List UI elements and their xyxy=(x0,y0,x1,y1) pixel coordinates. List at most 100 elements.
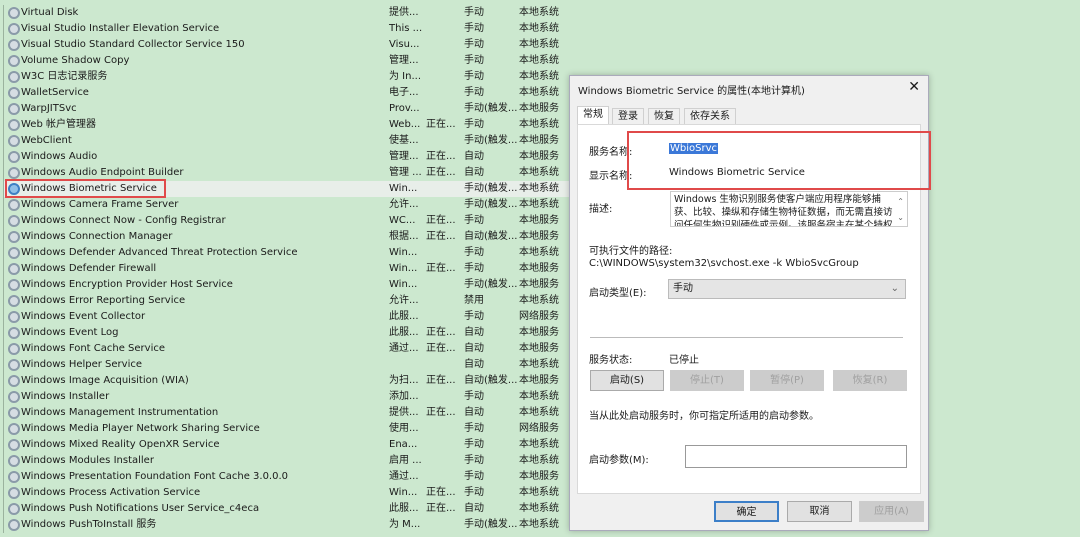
pause-button[interactable]: 暂停(P) xyxy=(750,370,824,391)
service-name: Windows Process Activation Service xyxy=(21,487,201,498)
service-row[interactable]: Windows Error Reporting Service 允许... 禁用… xyxy=(4,293,583,309)
service-startup-type: 手动 xyxy=(464,391,484,402)
service-logon-as: 本地服务 xyxy=(519,135,559,146)
service-row[interactable]: Windows Connect Now - Config Registrar W… xyxy=(4,213,583,229)
service-status: 正在... xyxy=(426,151,456,162)
service-startup-type: 手动(触发... xyxy=(464,103,518,114)
stop-button[interactable]: 停止(T) xyxy=(670,370,744,391)
cancel-button[interactable]: 取消 xyxy=(787,501,852,522)
service-row[interactable]: Windows Event Log 此服... 正在... 自动 本地服务 xyxy=(4,325,583,341)
service-name: Windows Mixed Reality OpenXR Service xyxy=(21,439,220,450)
service-row[interactable]: Windows Presentation Foundation Font Cac… xyxy=(4,469,583,485)
display-name-label: 显示名称: xyxy=(589,171,633,182)
description-text: Windows 生物识别服务使客户端应用程序能够捕获、比较、操纵和存储生物特征数… xyxy=(674,194,893,227)
service-gear-icon xyxy=(8,327,20,339)
description-label: 描述: xyxy=(589,204,613,215)
service-row[interactable]: Windows Font Cache Service 通过... 正在... 自… xyxy=(4,341,583,357)
service-status-label: 服务状态: xyxy=(589,355,633,366)
service-gear-icon xyxy=(8,151,20,163)
service-gear-icon xyxy=(8,71,20,83)
service-row[interactable]: W3C 日志记录服务 为 In... 手动 本地系统 xyxy=(4,69,583,85)
service-logon-as: 本地服务 xyxy=(519,471,559,482)
service-logon-as: 本地系统 xyxy=(519,247,559,258)
service-description: 提供... xyxy=(389,407,419,418)
service-row[interactable]: Visual Studio Standard Collector Service… xyxy=(4,37,583,53)
service-row[interactable]: Visual Studio Installer Elevation Servic… xyxy=(4,21,583,37)
tab-dependencies[interactable]: 依存关系 xyxy=(684,108,736,124)
service-description: 根据... xyxy=(389,231,419,242)
ok-button[interactable]: 确定 xyxy=(714,501,779,522)
service-row[interactable]: Windows Installer 添加... 手动 本地系统 xyxy=(4,389,583,405)
service-startup-type: 自动 xyxy=(464,151,484,162)
highlight-box-selected-service xyxy=(5,179,166,198)
scroll-up-icon[interactable]: ⌃ xyxy=(897,194,904,210)
service-logon-as: 本地系统 xyxy=(519,503,559,514)
service-logon-as: 本地服务 xyxy=(519,327,559,338)
service-row[interactable]: Windows Defender Firewall Win... 正在... 手… xyxy=(4,261,583,277)
start-params-input[interactable] xyxy=(685,445,907,468)
service-row[interactable]: Windows Helper Service 自动 本地系统 xyxy=(4,357,583,373)
resume-button[interactable]: 恢复(R) xyxy=(833,370,907,391)
service-row[interactable]: Windows Encryption Provider Host Service… xyxy=(4,277,583,293)
service-row[interactable]: Windows Modules Installer 启用 ... 手动 本地系统 xyxy=(4,453,583,469)
tab-recovery[interactable]: 恢复 xyxy=(648,108,680,124)
service-startup-type: 自动 xyxy=(464,327,484,338)
startup-type-value: 手动 xyxy=(673,283,693,294)
service-row[interactable]: Windows Media Player Network Sharing Ser… xyxy=(4,421,583,437)
close-icon[interactable]: ✕ xyxy=(908,79,920,95)
service-row[interactable]: Windows Event Collector 此服... 手动 网络服务 xyxy=(4,309,583,325)
service-gear-icon xyxy=(8,487,20,499)
service-logon-as: 本地系统 xyxy=(519,119,559,130)
service-description: 提供... xyxy=(389,7,419,18)
service-row[interactable]: Windows Image Acquisition (WIA) 为扫... 正在… xyxy=(4,373,583,389)
service-name: Windows Media Player Network Sharing Ser… xyxy=(21,423,260,434)
service-logon-as: 本地系统 xyxy=(519,23,559,34)
scroll-down-icon[interactable]: ⌄ xyxy=(897,210,904,226)
service-description: 允许... xyxy=(389,295,419,306)
service-description: Web... xyxy=(389,119,421,130)
service-gear-icon xyxy=(8,359,20,371)
service-row[interactable]: Windows PushToInstall 服务 为 M... 手动(触发...… xyxy=(4,517,583,533)
service-startup-type: 手动 xyxy=(464,487,484,498)
service-row[interactable]: Windows Management Instrumentation 提供...… xyxy=(4,405,583,421)
service-description: 管理 ... xyxy=(389,167,422,178)
service-row[interactable]: Windows Mixed Reality OpenXR Service Ena… xyxy=(4,437,583,453)
service-row[interactable]: Windows Audio 管理... 正在... 自动 本地服务 xyxy=(4,149,583,165)
service-row[interactable]: Windows Camera Frame Server 允许... 手动(触发.… xyxy=(4,197,583,213)
service-row[interactable]: Windows Defender Advanced Threat Protect… xyxy=(4,245,583,261)
tab-logon[interactable]: 登录 xyxy=(612,108,644,124)
description-scrollbar[interactable]: ⌃ ⌄ xyxy=(897,194,904,226)
service-row[interactable]: Windows Process Activation Service Win..… xyxy=(4,485,583,501)
service-row[interactable]: Virtual Disk 提供... 手动 本地系统 xyxy=(4,5,583,21)
properties-dialog: Windows Biometric Service 的属性(本地计算机) ✕ 常… xyxy=(569,75,931,531)
start-button[interactable]: 启动(S) xyxy=(590,370,664,391)
tab-general[interactable]: 常规 xyxy=(577,106,609,125)
description-box[interactable]: Windows 生物识别服务使客户端应用程序能够捕获、比较、操纵和存储生物特征数… xyxy=(670,191,908,227)
service-row[interactable]: WebClient 使基... 手动(触发... 本地服务 xyxy=(4,133,583,149)
service-name: Volume Shadow Copy xyxy=(21,55,130,66)
service-logon-as: 本地服务 xyxy=(519,103,559,114)
apply-button[interactable]: 应用(A) xyxy=(859,501,924,522)
service-startup-type: 手动 xyxy=(464,311,484,322)
service-row[interactable]: Web 帐户管理器 Web... 正在... 手动 本地系统 xyxy=(4,117,583,133)
service-status: 正在... xyxy=(426,167,456,178)
service-logon-as: 本地系统 xyxy=(519,183,559,194)
service-row[interactable]: WarpJITSvc Prov... 手动(触发... 本地服务 xyxy=(4,101,583,117)
service-gear-icon xyxy=(8,55,20,67)
chevron-down-icon: ⌄ xyxy=(890,283,899,294)
service-row[interactable]: Windows Push Notifications User Service_… xyxy=(4,501,583,517)
service-row[interactable]: WalletService 电子... 手动 本地系统 xyxy=(4,85,583,101)
service-startup-type: 手动 xyxy=(464,119,484,130)
startup-type-label: 启动类型(E): xyxy=(589,288,647,299)
service-name: Windows Event Collector xyxy=(21,311,146,322)
service-logon-as: 本地服务 xyxy=(519,375,559,386)
service-gear-icon xyxy=(8,423,20,435)
service-status: 正在... xyxy=(426,503,456,514)
service-startup-type: 手动 xyxy=(464,455,484,466)
service-logon-as: 本地系统 xyxy=(519,391,559,402)
service-row[interactable]: Volume Shadow Copy 管理... 手动 本地系统 xyxy=(4,53,583,69)
service-logon-as: 本地服务 xyxy=(519,263,559,274)
startup-type-select[interactable]: 手动 ⌄ xyxy=(668,279,906,299)
service-row[interactable]: Windows Connection Manager 根据... 正在... 自… xyxy=(4,229,583,245)
service-logon-as: 网络服务 xyxy=(519,423,559,434)
